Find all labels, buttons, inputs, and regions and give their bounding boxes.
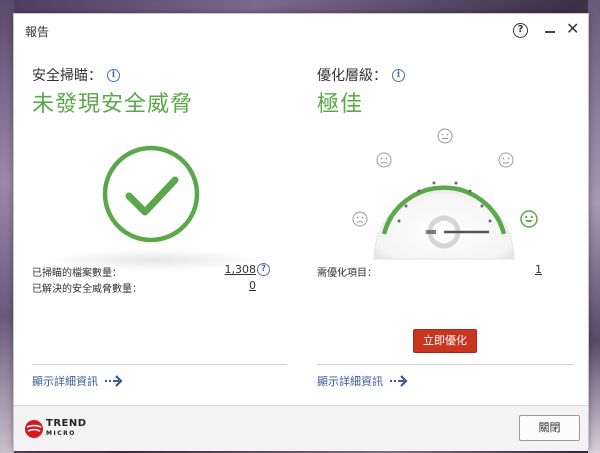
sad-face-icon — [352, 211, 368, 227]
security-details-label: 顯示詳細資訊 — [32, 375, 98, 388]
trend-micro-logo-icon — [25, 420, 43, 438]
optimize-now-button[interactable]: 立即優化 — [413, 329, 477, 353]
desktop-background-left — [0, 0, 14, 453]
trend-micro-logo: TREND MICRO — [24, 417, 104, 441]
question-circle-icon[interactable]: ? — [257, 263, 270, 276]
security-status: 未發現安全威脅 — [32, 92, 194, 117]
security-scan-label-row: 安全掃瞄： i — [32, 65, 120, 85]
happy-face-icon — [498, 152, 514, 168]
optimization-details-label: 顯示詳細資訊 — [317, 375, 383, 388]
items-to-optimize-label: 需優化項目： — [317, 268, 377, 279]
logo-text-trend: TREND — [46, 418, 87, 429]
info-icon[interactable]: i — [107, 68, 120, 82]
security-details-link[interactable]: 顯示詳細資訊 — [32, 373, 124, 389]
logo-text-micro: MICRO — [46, 430, 76, 437]
dotted-arrow-right-icon — [389, 375, 408, 387]
neutral-face-icon — [437, 128, 453, 144]
checkmark-circle-icon — [99, 142, 203, 246]
dotted-arrow-right-icon — [104, 375, 123, 387]
items-to-optimize-value[interactable]: 1 — [526, 263, 542, 276]
minimize-button[interactable] — [544, 22, 556, 38]
scanned-files-label: 已掃瞄的檔案數量： — [32, 268, 122, 279]
close-button[interactable]: 關閉 — [519, 415, 580, 441]
resolved-threats-label: 已解決的安全威脅數量： — [32, 284, 142, 295]
unhappy-face-icon — [376, 152, 392, 168]
very-happy-face-icon — [520, 210, 538, 228]
optimization-label-row: 優化層級： i — [317, 65, 405, 85]
optimization-status: 極佳 — [317, 92, 364, 117]
resolved-threats-value[interactable]: 0 — [234, 279, 256, 292]
info-icon[interactable]: i — [392, 68, 405, 82]
help-button[interactable]: ? — [513, 23, 528, 38]
close-window-button[interactable]: ✕ — [566, 20, 579, 38]
left-divider — [32, 364, 287, 365]
report-window: 報告 ? ✕ 安全掃瞄： i 未發現安全威脅 已掃瞄的檔案數量： 1,308 ?… — [13, 13, 589, 451]
window-title: 報告 — [25, 25, 50, 39]
right-divider — [317, 364, 573, 365]
scanned-files-value[interactable]: 1,308 — [224, 263, 257, 276]
desktop-background-right — [588, 0, 600, 453]
optimization-label: 優化層級： — [317, 68, 387, 84]
security-scan-label: 安全掃瞄： — [32, 68, 102, 84]
optimization-details-link[interactable]: 顯示詳細資訊 — [317, 373, 409, 389]
title-bar: 報告 ? ✕ — [14, 14, 588, 48]
optimization-gauge — [373, 181, 515, 260]
